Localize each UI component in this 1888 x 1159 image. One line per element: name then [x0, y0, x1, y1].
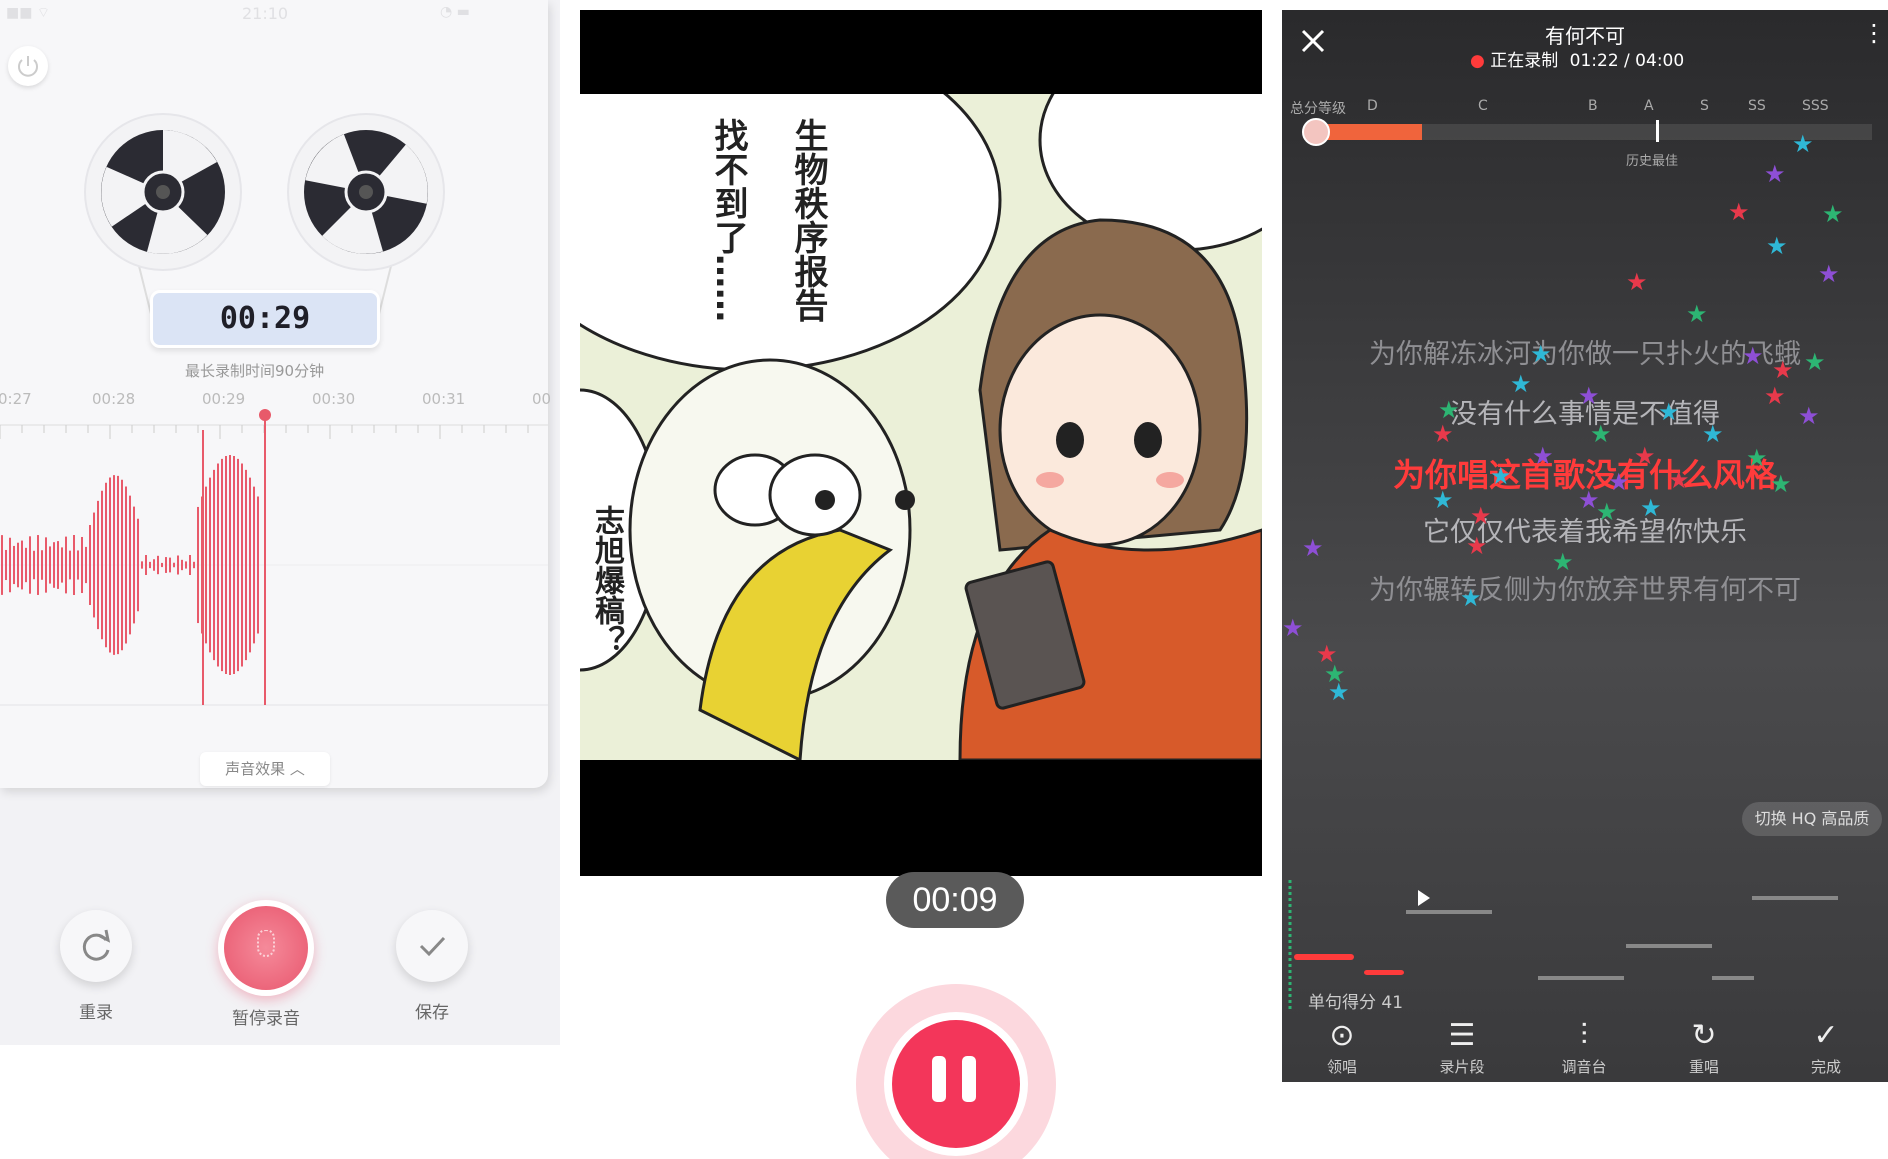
- status-bar-time: 21:10: [242, 4, 289, 23]
- line-score: 单句得分 41: [1308, 993, 1404, 1013]
- right-reel-icon: [287, 113, 445, 271]
- power-icon: [18, 56, 38, 77]
- karaoke-screen: 有何不可 ● 正在录制 01:22 / 04:00 ⋮ 总分等级 D C B A…: [1282, 10, 1888, 1082]
- lead-vocal-icon: ⊙: [1329, 1018, 1355, 1053]
- star-icon: ★: [1764, 382, 1786, 410]
- mixer-label: 调音台: [1561, 1058, 1607, 1076]
- lead-vocal-tool[interactable]: ⊙ 领唱: [1302, 1016, 1382, 1077]
- save-label: 保存: [415, 1003, 449, 1023]
- star-icon: ★: [1766, 232, 1788, 260]
- star-icon: ★: [1552, 548, 1574, 576]
- star-icon: ★: [1510, 370, 1532, 398]
- star-icon: ★: [1626, 268, 1648, 296]
- pause-icon: [932, 1056, 976, 1102]
- checkmark-icon: [419, 936, 446, 957]
- star-icon: ★: [1590, 420, 1612, 448]
- star-icon: ★: [1302, 534, 1324, 562]
- resing-label: 重唱: [1688, 1058, 1719, 1076]
- finish-tool[interactable]: ✓ 完成: [1786, 1016, 1866, 1077]
- microphone-icon: [257, 930, 275, 957]
- status-bar-right: ◔ ▬: [440, 4, 470, 20]
- star-icon: ★: [1530, 340, 1552, 368]
- finish-label: 完成: [1810, 1058, 1841, 1076]
- mixer-icon: ⫶: [1580, 1018, 1588, 1053]
- star-particles: ★ ★ ★ ★ ★ ★ ★ ★ ★ ★ ★ ★ ★ ★ ★ ★ ★ ★ ★ ★ ★ ★ ★ ★ ★ ★ ★ ★ ★ ★ ★ ★ ★ ★ ★ ★ ★ ★ ★ ★…: [1282, 10, 1888, 910]
- star-icon: ★: [1658, 398, 1680, 426]
- video-preview: 生物秩序报告 找不到了…… 志旭爆稿？: [498, 10, 1322, 876]
- star-icon: ★: [1764, 160, 1786, 188]
- status-bar-left: ■■ ⌔: [6, 5, 51, 21]
- star-icon: ★: [1634, 442, 1656, 470]
- recorder-screen: ■■ ⌔ 21:10 ◔ ▬ 00:29 最长录制时间90分钟 0:27 00:…: [0, 0, 560, 1045]
- lead-vocal-label: 领唱: [1326, 1058, 1357, 1076]
- star-icon: ★: [1792, 130, 1814, 158]
- hq-quality-button[interactable]: 切换 HQ 高品质: [1742, 802, 1882, 836]
- star-icon: ★: [1490, 462, 1512, 490]
- star-icon: ★: [1608, 468, 1630, 496]
- star-icon: ★: [1466, 532, 1488, 560]
- playhead-handle: [259, 409, 271, 421]
- star-icon: ★: [1818, 260, 1840, 288]
- max-record-time-label: 最长录制时间90分钟: [185, 362, 325, 380]
- sound-effects-button[interactable]: 声音效果 ︿: [200, 752, 330, 786]
- star-icon: ★: [1798, 402, 1820, 430]
- star-icon: ★: [1328, 678, 1350, 706]
- star-icon: ★: [1668, 466, 1690, 494]
- pause-record-label: 暂停录音: [232, 1009, 300, 1029]
- star-icon: ★: [1432, 486, 1454, 514]
- finish-icon: ✓: [1813, 1018, 1839, 1053]
- pause-video-button[interactable]: [856, 984, 1056, 1159]
- star-icon: ★: [1282, 614, 1304, 642]
- save-button[interactable]: [396, 910, 468, 982]
- star-icon: ★: [1746, 444, 1768, 472]
- star-icon: ★: [1772, 356, 1794, 384]
- star-icon: ★: [1686, 300, 1708, 328]
- record-segment-label: 录片段: [1439, 1058, 1485, 1076]
- star-icon: ★: [1804, 348, 1826, 376]
- pause-record-button[interactable]: [218, 900, 314, 996]
- manga-frame-image: [498, 10, 1322, 876]
- mixer-tool[interactable]: ⫶ 调音台: [1544, 1016, 1624, 1077]
- rerecord-label: 重录: [79, 1003, 113, 1023]
- segment-icon: ☰: [1448, 1018, 1476, 1053]
- star-icon: ★: [1432, 420, 1454, 448]
- star-icon: ★: [1532, 442, 1554, 470]
- star-icon: ★: [1822, 200, 1844, 228]
- star-icon: ★: [1702, 420, 1724, 448]
- refresh-icon: [82, 929, 111, 961]
- resing-icon: ↻: [1691, 1018, 1717, 1053]
- speech-bubble-text: 生物秩序报告: [788, 118, 828, 322]
- star-icon: ★: [1470, 502, 1492, 530]
- resing-tool[interactable]: ↻ 重唱: [1664, 1016, 1744, 1077]
- power-button[interactable]: [8, 46, 48, 86]
- star-icon: ★: [1640, 494, 1662, 522]
- star-icon: ★: [1728, 198, 1750, 226]
- recording-time-display: 00:29: [150, 290, 380, 348]
- speech-bubble-text: 找不到了……: [708, 118, 748, 322]
- record-segment-tool[interactable]: ☰ 录片段: [1422, 1016, 1502, 1077]
- star-icon: ★: [1596, 498, 1618, 526]
- video-record-time: 00:09: [886, 872, 1024, 928]
- speech-bubble-text: 志旭爆稿？: [589, 505, 624, 655]
- rerecord-button[interactable]: [60, 910, 132, 982]
- left-reel-icon: [84, 113, 242, 271]
- star-icon: ★: [1742, 342, 1764, 370]
- star-icon: ★: [1578, 382, 1600, 410]
- waveform: [0, 409, 548, 706]
- star-icon: ★: [1770, 470, 1792, 498]
- star-icon: ★: [1460, 584, 1482, 612]
